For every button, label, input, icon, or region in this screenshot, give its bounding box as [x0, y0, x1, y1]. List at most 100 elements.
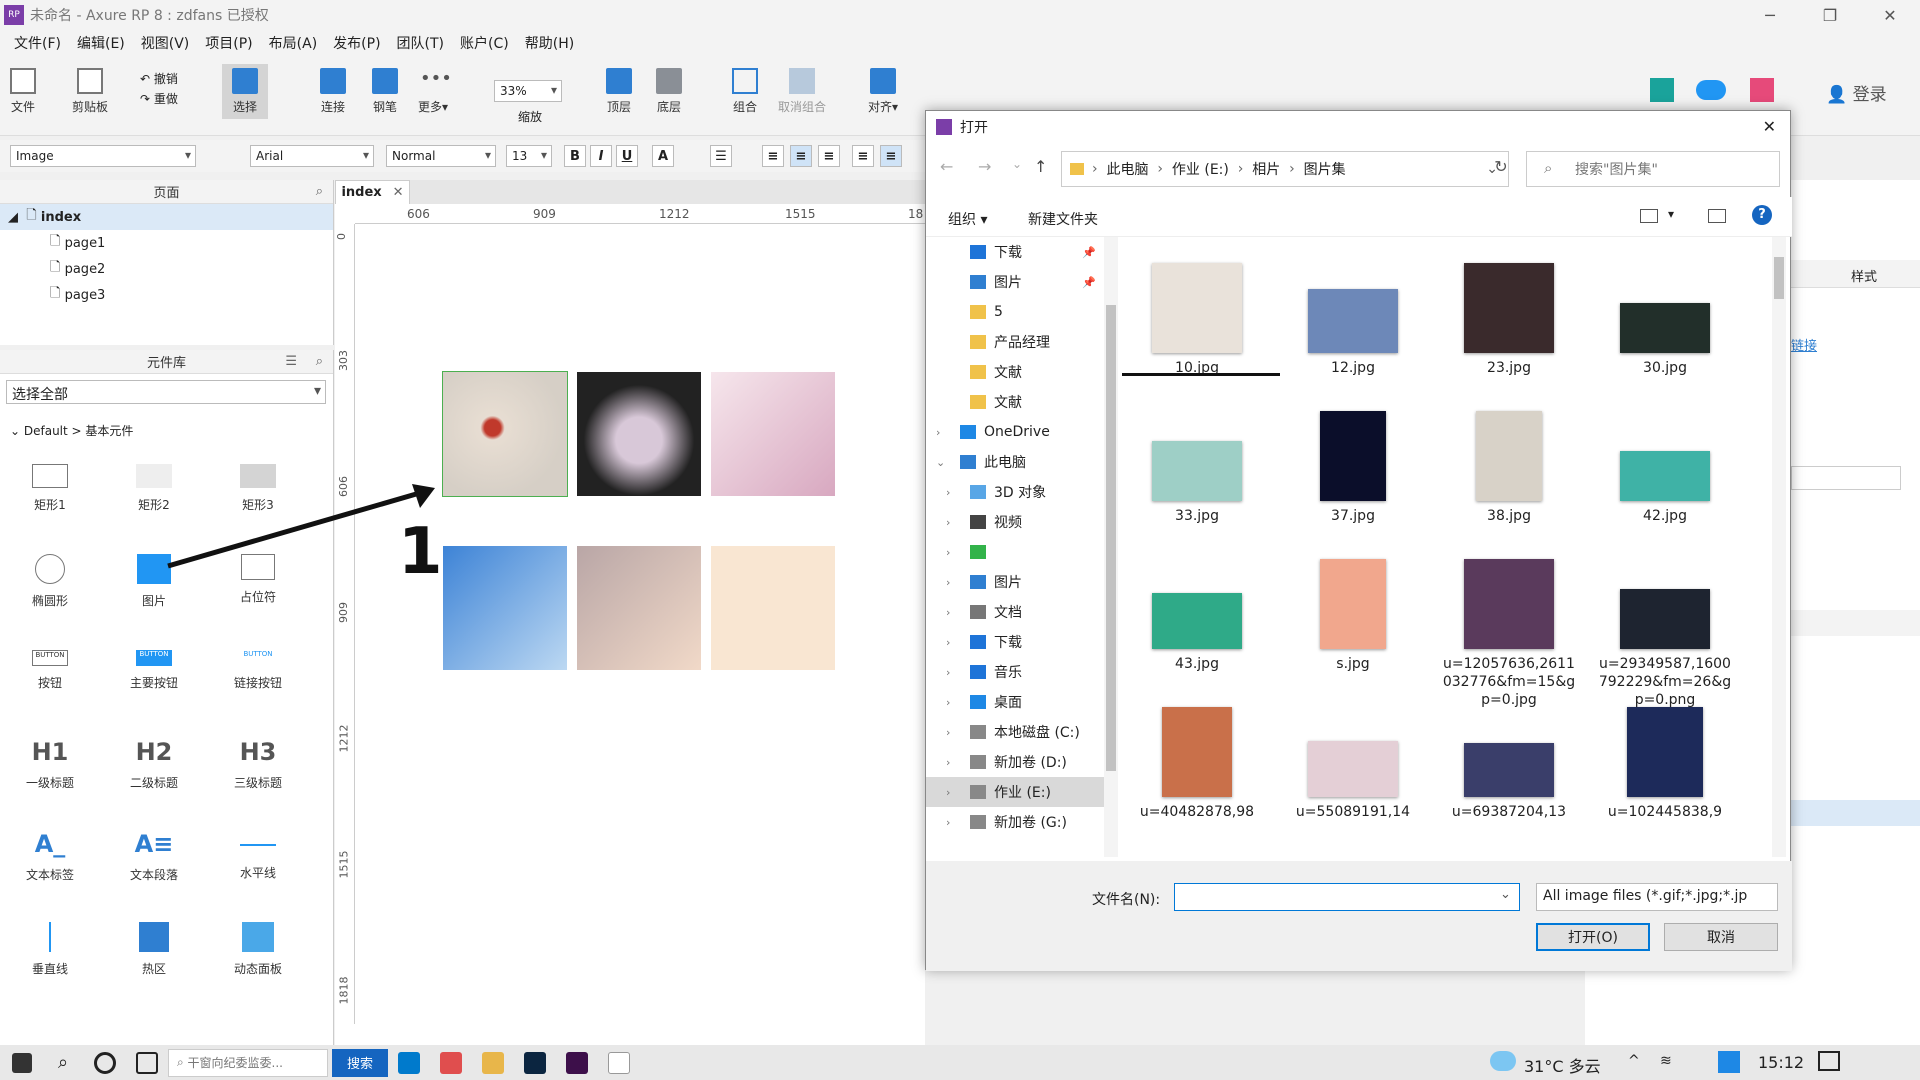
- photoshop-icon[interactable]: [524, 1051, 546, 1074]
- nav-item-music[interactable]: › 音乐: [926, 657, 1104, 687]
- nav-item-download[interactable]: › 下载: [926, 627, 1104, 657]
- nav-scrollbar-thumb[interactable]: [1106, 305, 1116, 771]
- filename-dropdown-icon[interactable]: ⌄: [1500, 887, 1511, 902]
- bullet-list-button[interactable]: ☰: [710, 145, 732, 167]
- canvas-image[interactable]: [711, 546, 835, 670]
- nav-item-pic[interactable]: 图片 📌: [926, 267, 1104, 297]
- font-family-select[interactable]: Arial: [250, 145, 374, 167]
- windows-start-icon[interactable]: [12, 1052, 32, 1073]
- organize-button[interactable]: 组织 ▾: [948, 209, 987, 229]
- new-folder-button[interactable]: 新建文件夹: [1028, 209, 1098, 229]
- widget-rect1[interactable]: 矩形1: [10, 464, 90, 513]
- taskbar-search-input[interactable]: ⌕ 干窗向纪委监委...: [168, 1048, 328, 1077]
- menu-edit[interactable]: 编辑(E): [69, 33, 133, 53]
- chevron-icon[interactable]: ›: [946, 726, 960, 739]
- connect-tool[interactable]: 连接: [320, 68, 346, 115]
- file-tool[interactable]: 文件: [10, 68, 36, 115]
- nav-item-3d[interactable]: › 3D 对象: [926, 477, 1104, 507]
- preview-icon[interactable]: [1650, 78, 1674, 102]
- nav-item-folder[interactable]: 产品经理: [926, 327, 1104, 357]
- ime-icon[interactable]: [1718, 1051, 1740, 1073]
- tray-chevron-icon[interactable]: ^: [1628, 1053, 1640, 1069]
- view-options-icon[interactable]: [1640, 209, 1658, 223]
- tab-close-icon[interactable]: ✕: [393, 185, 404, 200]
- menu-team[interactable]: 团队(T): [389, 33, 452, 53]
- chevron-icon[interactable]: ›: [946, 486, 960, 499]
- nav-item-folder[interactable]: 文献: [926, 387, 1104, 417]
- preview-pane-icon[interactable]: [1708, 209, 1726, 223]
- file-item[interactable]: u=102445838,9: [1590, 697, 1740, 821]
- bring-to-front-button[interactable]: 顶层: [606, 68, 632, 115]
- file-item[interactable]: 12.jpg: [1278, 253, 1428, 377]
- widget-hline[interactable]: 水平线: [218, 830, 298, 881]
- file-item[interactable]: u=69387204,13: [1434, 697, 1584, 821]
- nav-item-drive[interactable]: › 新加卷 (D:): [926, 747, 1104, 777]
- page-item[interactable]: 🗋 page3: [0, 282, 333, 308]
- italic-button[interactable]: I: [590, 145, 612, 167]
- dialog-search-input[interactable]: 搜索"图片集": [1526, 151, 1780, 187]
- widget-h1[interactable]: H1 一级标题: [10, 738, 90, 791]
- widget-type-select[interactable]: Image: [10, 145, 196, 167]
- file-item[interactable]: 43.jpg: [1122, 549, 1272, 673]
- chevron-icon[interactable]: ›: [946, 696, 960, 709]
- more-tool[interactable]: ••• 更多▾: [418, 68, 452, 115]
- font-size-select[interactable]: 13: [506, 145, 552, 167]
- select-tool[interactable]: 选择: [222, 64, 268, 119]
- nav-item-drive[interactable]: › 作业 (E:): [926, 777, 1104, 807]
- breadcrumb-item[interactable]: 图片集: [1304, 159, 1346, 179]
- widget-button[interactable]: BUTTON 按钮: [10, 650, 90, 691]
- taskbar-search-button[interactable]: 搜索: [332, 1048, 388, 1077]
- widget-hotspot[interactable]: 热区: [114, 922, 194, 977]
- forward-arrow-icon[interactable]: →: [978, 157, 991, 176]
- menu-account[interactable]: 账户(C): [452, 33, 517, 53]
- menu-publish[interactable]: 发布(P): [325, 33, 388, 53]
- login-button[interactable]: 👤 登录: [1826, 80, 1887, 105]
- canvas-image[interactable]: [711, 372, 835, 496]
- file-item[interactable]: 33.jpg: [1122, 401, 1272, 525]
- nav-item-cloud[interactable]: › OneDrive: [926, 417, 1104, 447]
- widget-ellipse[interactable]: 椭圆形: [10, 554, 90, 609]
- page-item[interactable]: 🗋 page2: [0, 256, 333, 282]
- menu-help[interactable]: 帮助(H): [517, 33, 582, 53]
- notification-icon[interactable]: [1818, 1051, 1840, 1071]
- file-item[interactable]: u=29349587,1600792229&fm=26&gp=0.png: [1590, 549, 1740, 709]
- ungroup-button[interactable]: 取消组合: [778, 68, 826, 115]
- widget-dynamic-panel[interactable]: 动态面板: [218, 922, 298, 977]
- file-item[interactable]: 38.jpg: [1434, 401, 1584, 525]
- breadcrumb-item[interactable]: 相片: [1252, 159, 1280, 179]
- nav-item-pc[interactable]: ⌄ 此电脑: [926, 447, 1104, 477]
- nav-item-drive[interactable]: › 新加卷 (G:): [926, 807, 1104, 837]
- file-type-filter[interactable]: All image files (*.gif;*.jpg;*.jp: [1536, 883, 1778, 911]
- chevron-icon[interactable]: ›: [946, 756, 960, 769]
- chevron-icon[interactable]: ›: [946, 816, 960, 829]
- menu-file[interactable]: 文件(F): [6, 33, 69, 53]
- view-dropdown-icon[interactable]: ▾: [1668, 207, 1674, 221]
- chevron-icon[interactable]: ›: [946, 786, 960, 799]
- inspector-dropdown[interactable]: [1791, 466, 1901, 490]
- chevron-icon[interactable]: ›: [946, 516, 960, 529]
- refresh-icon[interactable]: ↻: [1481, 157, 1521, 181]
- file-explorer-icon[interactable]: [482, 1051, 504, 1074]
- file-item[interactable]: 37.jpg: [1278, 401, 1428, 525]
- restore-button[interactable]: ❐: [1800, 0, 1860, 30]
- files-scrollbar[interactable]: [1772, 237, 1786, 857]
- close-button[interactable]: ✕: [1860, 0, 1920, 30]
- align-top-button[interactable]: ≡: [852, 145, 874, 167]
- vscode-icon[interactable]: [398, 1051, 420, 1074]
- nav-item-folder[interactable]: 文献: [926, 357, 1104, 387]
- widget-primary-button[interactable]: BUTTON 主要按钮: [114, 650, 194, 691]
- search-icon[interactable]: ⌕: [52, 1052, 74, 1074]
- clock-time[interactable]: 15:12: [1758, 1053, 1804, 1072]
- dreamweaver-icon[interactable]: [566, 1051, 588, 1074]
- task-view-icon[interactable]: [136, 1051, 158, 1074]
- library-group[interactable]: ⌄ Default > 基本元件: [10, 422, 133, 439]
- send-to-back-button[interactable]: 底层: [656, 68, 682, 115]
- canvas-image[interactable]: [577, 546, 701, 670]
- back-arrow-icon[interactable]: ←: [940, 157, 953, 176]
- network-icon[interactable]: ≋: [1660, 1053, 1672, 1069]
- nav-item-folder[interactable]: 5: [926, 297, 1104, 327]
- download-icon[interactable]: [1750, 78, 1774, 102]
- canvas-image[interactable]: [577, 372, 701, 496]
- file-item[interactable]: u=55089191,14: [1278, 697, 1428, 821]
- tab-index[interactable]: index ✕: [335, 180, 410, 204]
